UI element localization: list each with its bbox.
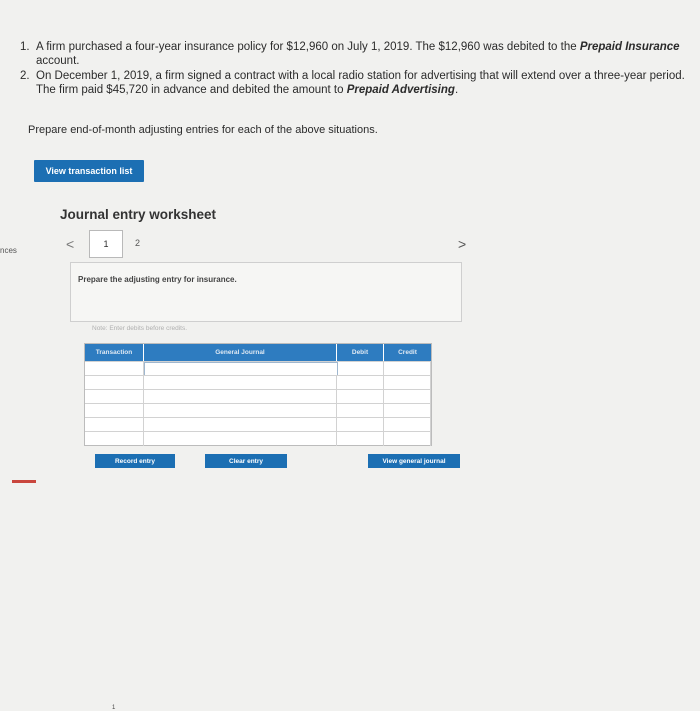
transaction-cell <box>85 418 144 432</box>
transaction-cell <box>85 404 144 418</box>
problem-item-1: 1. A firm purchased a four-year insurance… <box>20 40 685 68</box>
worksheet-title: Journal entry worksheet <box>60 207 217 222</box>
debit-input[interactable] <box>337 376 384 390</box>
account-select[interactable] <box>144 362 338 376</box>
debit-input[interactable] <box>337 418 384 432</box>
journal-table: Transaction General Journal Debit Credit <box>84 343 432 711</box>
problem-item-text: A firm purchased a four-year insurance p… <box>36 41 580 53</box>
account-select[interactable] <box>144 418 337 432</box>
header-debit: Debit <box>337 344 383 361</box>
transaction-cell <box>85 362 144 376</box>
problem-statement: 1. A firm purchased a four-year insurance… <box>20 40 685 98</box>
transaction-number: 1 <box>112 705 116 711</box>
table-row <box>85 375 431 390</box>
debit-input[interactable] <box>337 390 384 404</box>
credit-input[interactable] <box>384 362 431 376</box>
debit-input[interactable] <box>337 432 384 446</box>
credit-input[interactable] <box>384 390 431 404</box>
account-select[interactable] <box>144 390 337 404</box>
note-text: Note: Enter debits before credits. <box>92 325 188 332</box>
previous-arrow-icon[interactable]: < <box>66 236 74 252</box>
table-row <box>85 403 431 418</box>
tab-1[interactable]: 1 <box>89 230 123 258</box>
credit-input[interactable] <box>384 376 431 390</box>
debit-input[interactable] <box>337 362 384 376</box>
problem-item-number: 1. <box>20 41 30 53</box>
table-row <box>85 431 431 446</box>
view-transaction-list-button[interactable]: View transaction list <box>34 160 144 182</box>
table-row <box>85 417 431 432</box>
next-arrow-icon[interactable]: > <box>458 236 466 252</box>
tab-2[interactable]: 2 <box>135 238 140 248</box>
table-row <box>85 389 431 404</box>
account-name: Prepaid Insurance <box>579 41 680 53</box>
record-entry-button[interactable]: Record entry <box>95 454 175 468</box>
credit-input[interactable] <box>384 404 431 418</box>
problem-item-text-end: . <box>454 84 459 96</box>
problem-item-text-end: account. <box>36 55 80 67</box>
account-select[interactable] <box>144 432 337 446</box>
transaction-cell <box>85 390 144 404</box>
account-name: Prepaid Advertising <box>346 84 455 96</box>
table-row <box>85 361 431 376</box>
debit-input[interactable] <box>337 404 384 418</box>
header-transaction: Transaction <box>85 344 143 361</box>
credit-input[interactable] <box>384 432 431 446</box>
prompt-text: Prepare the adjusting entry for insuranc… <box>78 275 237 284</box>
transaction-cell <box>85 376 144 390</box>
clear-entry-button[interactable]: Clear entry <box>205 454 287 468</box>
prompt-box: Prepare the adjusting entry for insuranc… <box>70 262 462 322</box>
account-select[interactable] <box>144 376 337 390</box>
transaction-cell <box>85 432 144 446</box>
instruction-text: Prepare end-of-month adjusting entries f… <box>28 124 378 136</box>
view-general-journal-button[interactable]: View general journal <box>368 454 460 468</box>
problem-item-number: 2. <box>20 70 30 82</box>
side-cut-text: nces <box>0 246 17 255</box>
header-credit: Credit <box>384 344 431 361</box>
account-select[interactable] <box>144 404 337 418</box>
page-edge-marker <box>12 480 36 483</box>
problem-item-2: 2. On December 1, 2019, a firm signed a c… <box>20 69 685 97</box>
credit-input[interactable] <box>384 418 431 432</box>
header-general-journal: General Journal <box>144 344 336 361</box>
